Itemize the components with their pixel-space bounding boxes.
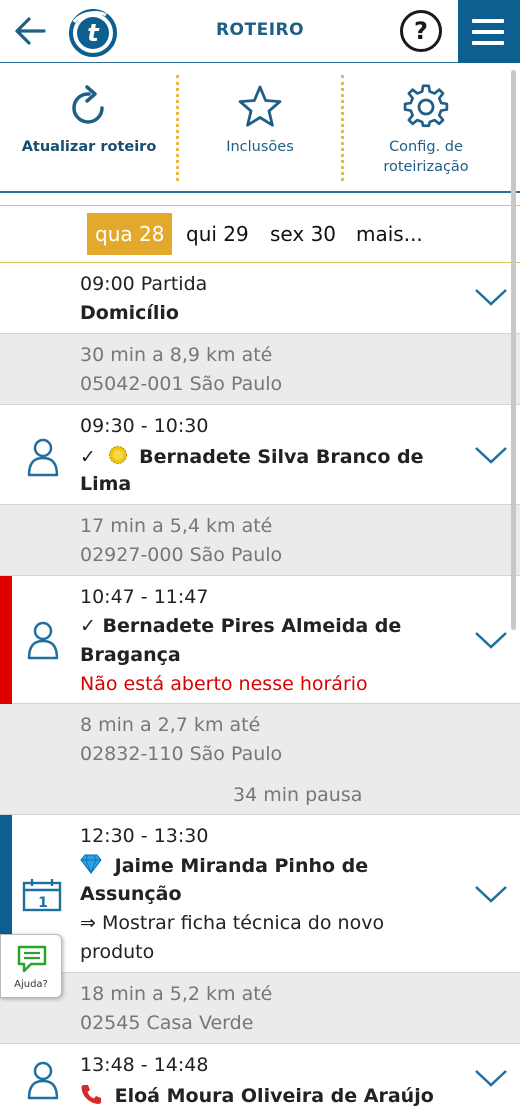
visit-client-name-line1: Jaime Miranda Pinho de bbox=[114, 855, 369, 877]
travel-duration: 8 min a 2,7 km até bbox=[80, 714, 261, 736]
travel-destination: 05042-001 São Paulo bbox=[80, 373, 283, 395]
travel-duration: 18 min a 5,2 km até bbox=[80, 983, 273, 1005]
start-time: 09:00 Partida bbox=[80, 273, 208, 295]
visit-client-name-line2: Lima bbox=[80, 473, 132, 495]
start-place: Domicílio bbox=[80, 302, 179, 324]
travel-destination: 02545 Casa Verde bbox=[80, 1012, 254, 1034]
gear-icon bbox=[403, 84, 449, 128]
visit-note-line1: ⇒ Mostrar ficha técnica do novo bbox=[80, 912, 385, 934]
travel-destination: 02927-000 São Paulo bbox=[80, 544, 283, 566]
visit-time: 09:30 - 10:30 bbox=[80, 415, 209, 437]
travel-duration: 17 min a 5,4 km até bbox=[80, 515, 273, 537]
day-tab-thu[interactable]: qui 29 bbox=[178, 213, 257, 255]
visit-client-name-line2: Assunção bbox=[80, 883, 182, 905]
visit-client-name: ✓ Bernadete Silva Branco de bbox=[80, 444, 423, 468]
visit-client-name: Jaime Miranda Pinho de bbox=[80, 854, 368, 877]
travel-duration: 30 min a 8,9 km até bbox=[80, 344, 273, 366]
start-row[interactable]: 09:00 Partida Domicílio bbox=[0, 263, 520, 334]
routing-config-label: Config. de roteirização bbox=[344, 137, 508, 177]
visit-client-name-line2: Bragança bbox=[80, 644, 181, 666]
chevron-down-icon[interactable] bbox=[474, 630, 508, 650]
routing-config-button[interactable]: Config. de roteirização bbox=[344, 63, 508, 193]
visit-time: 10:47 - 11:47 bbox=[80, 586, 209, 608]
visit-time: 13:48 - 14:48 bbox=[80, 1054, 209, 1076]
chat-icon bbox=[17, 945, 47, 973]
travel-row: 8 min a 2,7 km até 02832-110 São Paulo 3… bbox=[0, 704, 520, 815]
visit-time: 12:30 - 13:30 bbox=[80, 825, 209, 847]
visit-row[interactable]: 1 12:30 - 13:30 Jaime Miranda Pinho de A… bbox=[0, 815, 520, 973]
chevron-down-icon[interactable] bbox=[474, 884, 508, 904]
phone-icon bbox=[81, 1085, 101, 1104]
day-selector: qua 28 qui 29 sex 30 mais... bbox=[0, 205, 520, 263]
chevron-down-icon[interactable] bbox=[474, 1068, 508, 1088]
svg-text:1: 1 bbox=[38, 895, 48, 911]
page-title: ROTEIRO bbox=[215, 20, 305, 40]
menu-button[interactable] bbox=[458, 0, 520, 63]
refresh-route-button[interactable]: Atualizar roteiro bbox=[0, 63, 178, 193]
pause-duration: 34 min pausa bbox=[233, 784, 363, 806]
visit-client-name-line1: Bernadete Silva Branco de bbox=[139, 446, 424, 468]
inclusions-button[interactable]: Inclusões bbox=[178, 63, 342, 193]
travel-row: 18 min a 5,2 km até 02545 Casa Verde bbox=[0, 973, 520, 1044]
person-icon bbox=[27, 1061, 59, 1100]
refresh-route-label: Atualizar roteiro bbox=[21, 139, 157, 155]
visit-client-name: Eloá Moura Oliveira de Araújo bbox=[80, 1083, 434, 1107]
visit-row[interactable]: 13:48 - 14:48 Eloá Moura Oliveira de Ara… bbox=[0, 1044, 520, 1110]
chevron-down-icon[interactable] bbox=[474, 287, 508, 307]
visit-client-name-line1: Eloá Moura Oliveira de Araújo bbox=[114, 1085, 434, 1107]
opening-hours-warning: Não está aberto nesse horário bbox=[80, 673, 368, 695]
day-tab-more[interactable]: mais... bbox=[348, 213, 431, 255]
visit-client-name-line1: Bernadete Pires Almeida de bbox=[102, 615, 402, 637]
top-bar: t ROTEIRO ? bbox=[0, 0, 520, 63]
routing-config-label-line1: Config. de bbox=[389, 139, 463, 155]
diamond-icon bbox=[80, 854, 102, 874]
travel-row: 17 min a 5,4 km até 02927-000 São Paulo bbox=[0, 505, 520, 576]
alert-bar bbox=[0, 576, 12, 704]
help-chat-button[interactable]: Ajuda? bbox=[0, 934, 62, 998]
visit-note-line2: produto bbox=[80, 941, 155, 963]
action-bar: Atualizar roteiro Inclusões Config. de r… bbox=[0, 63, 520, 193]
star-icon bbox=[238, 85, 282, 127]
routing-config-label-line2: roteirização bbox=[383, 159, 469, 175]
sun-badge-icon bbox=[108, 446, 127, 464]
day-tab-fri[interactable]: sex 30 bbox=[262, 213, 344, 255]
help-button[interactable]: ? bbox=[400, 10, 442, 52]
chevron-down-icon[interactable] bbox=[474, 445, 508, 465]
scrollbar[interactable] bbox=[511, 70, 516, 630]
person-icon bbox=[27, 438, 59, 477]
calendar-icon: 1 bbox=[22, 879, 62, 912]
visit-row[interactable]: 10:47 - 11:47 ✓ Bernadete Pires Almeida … bbox=[0, 576, 520, 704]
person-icon bbox=[27, 621, 59, 660]
check-mark: ✓ bbox=[80, 446, 96, 468]
inclusions-label: Inclusões bbox=[226, 139, 294, 155]
check-mark: ✓ bbox=[80, 615, 96, 637]
refresh-icon bbox=[72, 85, 104, 124]
travel-row: 30 min a 8,9 km até 05042-001 São Paulo bbox=[0, 334, 520, 405]
visit-client-name: ✓ Bernadete Pires Almeida de bbox=[80, 615, 401, 637]
day-tab-wed[interactable]: qua 28 bbox=[87, 213, 173, 255]
help-chat-label: Ajuda? bbox=[14, 979, 48, 990]
travel-destination: 02832-110 São Paulo bbox=[80, 743, 283, 765]
visit-row[interactable]: 09:30 - 10:30 ✓ Bernadete Silva Branco d… bbox=[0, 405, 520, 505]
